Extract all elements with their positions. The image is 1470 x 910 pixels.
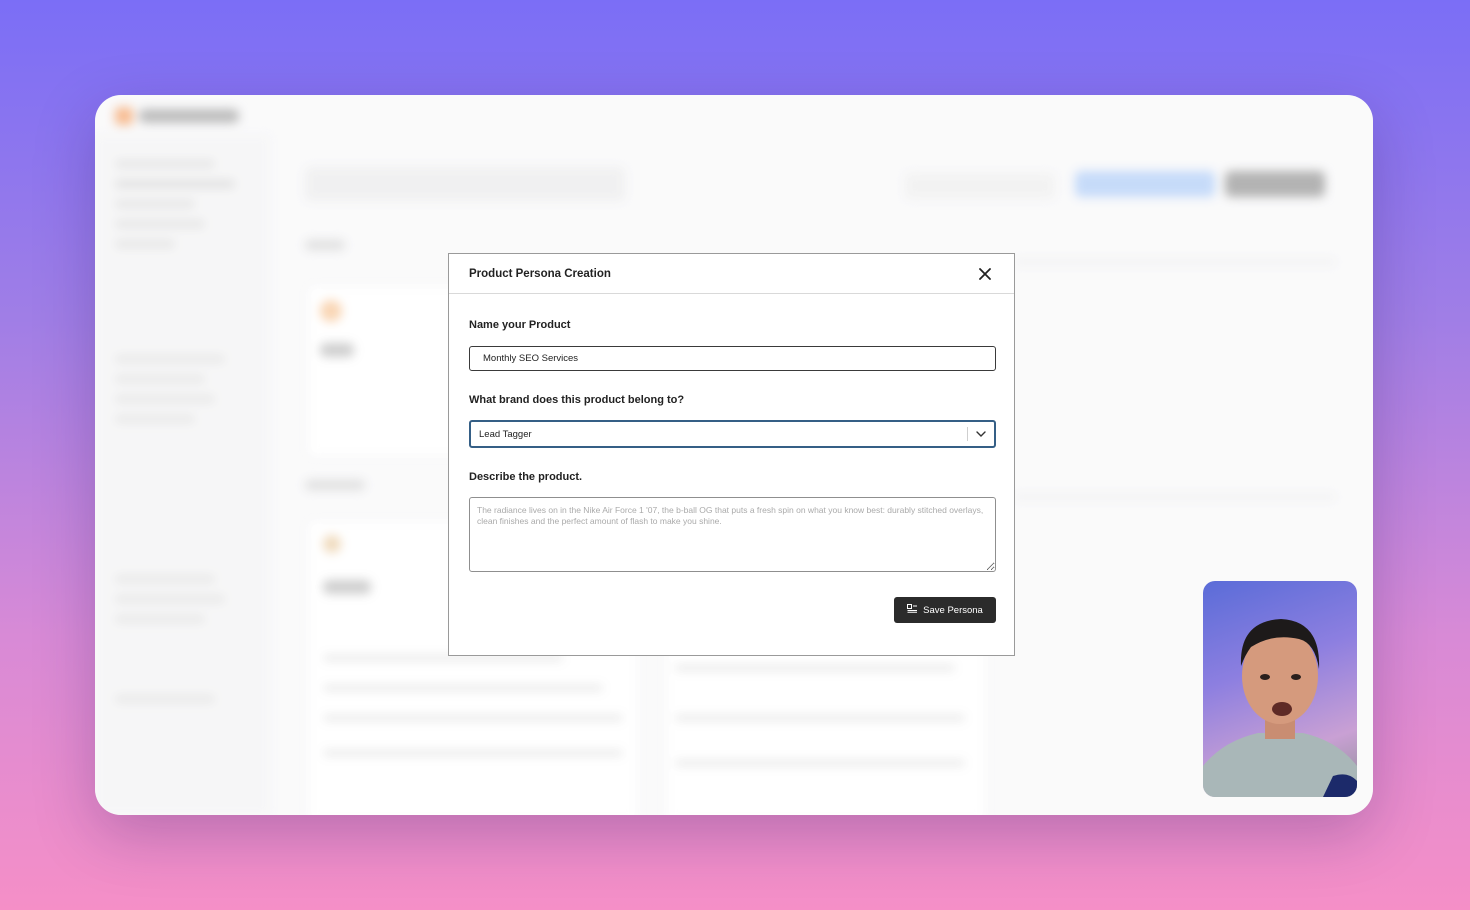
save-persona-label: Save Persona [923, 604, 983, 616]
chevron-down-icon[interactable] [968, 422, 994, 446]
brand-label: What brand does this product belong to? [469, 394, 685, 406]
modal-header: Product Persona Creation [449, 254, 1014, 294]
webcam-overlay [1203, 581, 1357, 797]
product-description-textarea[interactable] [469, 497, 996, 572]
presenter-video [1203, 619, 1357, 797]
brand-select[interactable]: Lead Tagger [469, 420, 996, 448]
close-icon[interactable] [976, 265, 994, 283]
product-name-label: Name your Product [469, 319, 571, 331]
save-persona-icon [907, 604, 918, 616]
save-persona-button[interactable]: Save Persona [894, 597, 996, 623]
product-persona-modal: Product Persona Creation Name your Produ… [448, 253, 1015, 656]
describe-label: Describe the product. [469, 471, 583, 483]
brand-select-value: Lead Tagger [479, 428, 532, 440]
product-name-input[interactable] [469, 346, 996, 371]
modal-title: Product Persona Creation [469, 267, 611, 280]
